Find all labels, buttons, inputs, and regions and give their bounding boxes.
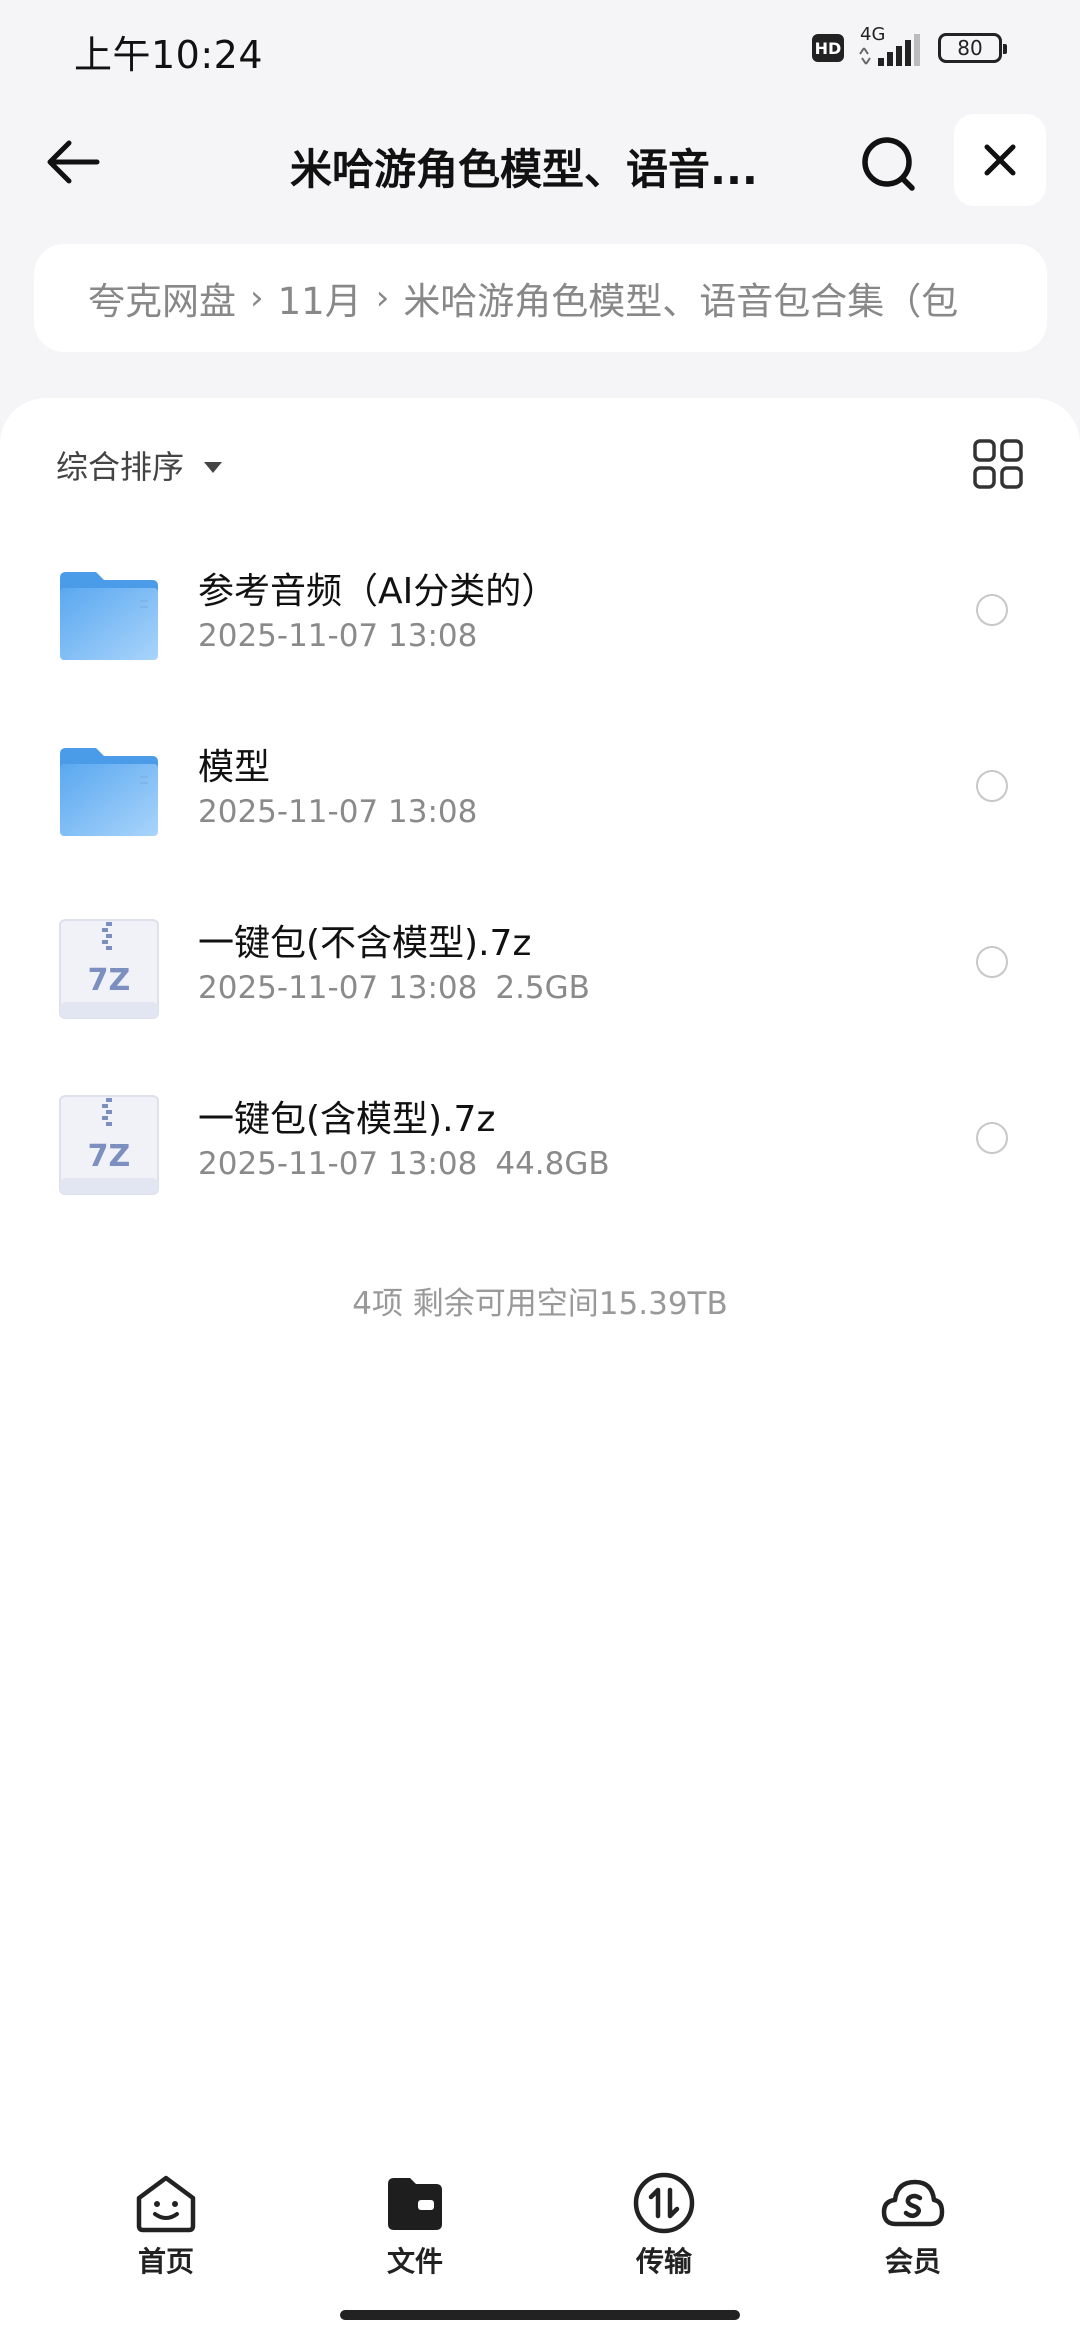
screen: 上午10:24 HD 4G 80 米哈游角色模型、语音... 夸克网盘 › 11… <box>0 0 1080 2340</box>
close-icon <box>984 144 1016 176</box>
sort-label: 综合排序 <box>56 448 185 486</box>
folder-icon <box>60 572 158 660</box>
file-date: 2025-11-07 13:08 <box>198 970 478 1006</box>
file-date: 2025-11-07 13:08 <box>198 618 478 654</box>
archive-7z-icon: 7Z <box>59 919 159 1019</box>
file-meta: 2025-11-07 13:08 2.5GB <box>198 970 590 1006</box>
file-list: 参考音频（AI分类的） 2025-11-07 13:08 模型 2025-11-… <box>0 544 1080 1248</box>
nav-label: 文件 <box>386 2245 443 2278</box>
nav-label: 会员 <box>884 2245 941 2278</box>
nav-item-home[interactable]: 首页 <box>96 2170 236 2280</box>
file-size: 44.8GB <box>495 1146 610 1182</box>
bottom-nav: 首页 文件 传输 会员 <box>0 2160 1080 2290</box>
back-arrow-icon <box>47 140 100 184</box>
status-bar: 上午10:24 HD 4G 80 <box>0 0 1080 100</box>
chevron-right-icon: › <box>250 278 264 318</box>
battery-icon: 80 <box>938 33 1007 63</box>
grid-view-icon <box>973 439 1023 489</box>
file-panel: 综合排序 参考音频（AI分类的） 2025-11-07 13:08 模型 202… <box>0 398 1080 2340</box>
select-checkbox[interactable] <box>976 594 1008 626</box>
archive-7z-icon: 7Z <box>59 1095 159 1195</box>
search-icon <box>862 137 915 191</box>
breadcrumb-item-root[interactable]: 夸克网盘 <box>88 271 236 325</box>
file-row[interactable]: 7Z 一键包(不含模型).7z 2025-11-07 13:08 2.5GB <box>0 896 1080 1072</box>
status-indicators: HD 4G 80 <box>812 24 1007 68</box>
file-name: 参考音频（AI分类的） <box>198 571 558 612</box>
status-time: 上午10:24 <box>74 33 264 77</box>
file-date: 2025-11-07 13:08 <box>198 1146 478 1182</box>
search-button[interactable] <box>855 130 925 200</box>
grid-view-button[interactable] <box>972 438 1024 490</box>
signal-icon: 4G <box>856 24 926 68</box>
hd-icon: HD <box>812 34 844 62</box>
nav-label: 传输 <box>635 2245 692 2278</box>
file-meta: 2025-11-07 13:08 <box>198 618 477 654</box>
close-button[interactable] <box>954 114 1046 206</box>
page-title: 米哈游角色模型、语音... <box>290 145 758 194</box>
select-checkbox[interactable] <box>976 946 1008 978</box>
cloud-member-icon <box>881 2179 945 2227</box>
file-name: 一键包(含模型).7z <box>198 1099 496 1140</box>
home-indicator[interactable] <box>340 2310 740 2320</box>
select-checkbox[interactable] <box>976 1122 1008 1154</box>
transfer-icon <box>633 2172 695 2234</box>
file-meta: 2025-11-07 13:08 <box>198 794 477 830</box>
back-button[interactable] <box>38 132 108 192</box>
nav-item-files[interactable]: 文件 <box>345 2170 485 2280</box>
chevron-right-icon: › <box>375 278 390 318</box>
nav-item-member[interactable]: 会员 <box>843 2170 983 2280</box>
file-row[interactable]: 7Z 一键包(含模型).7z 2025-11-07 13:08 44.8GB <box>0 1072 1080 1248</box>
top-bar: 米哈游角色模型、语音... <box>0 110 1080 210</box>
archive-label: 7Z <box>88 1139 131 1174</box>
breadcrumb: 夸克网盘 › 11月 › 米哈游角色模型、语音包合集（包 <box>34 244 1047 352</box>
file-name: 模型 <box>198 747 271 788</box>
breadcrumb-item-month[interactable]: 11月 <box>278 271 362 325</box>
folder-icon <box>388 2178 442 2230</box>
file-date: 2025-11-07 13:08 <box>198 794 478 830</box>
breadcrumb-item-current: 米哈游角色模型、语音包合集（包 <box>403 280 959 323</box>
archive-label: 7Z <box>88 963 131 998</box>
sort-dropdown[interactable]: 综合排序 <box>56 442 223 488</box>
nav-item-transfer[interactable]: 传输 <box>594 2170 734 2280</box>
caret-down-icon <box>204 461 223 473</box>
file-size: 2.5GB <box>495 970 590 1006</box>
file-name: 一键包(不含模型).7z <box>198 923 532 964</box>
storage-summary: 4项 剩余可用空间15.39TB <box>352 1286 728 1322</box>
home-face-icon <box>136 2175 196 2233</box>
file-row[interactable]: 模型 2025-11-07 13:08 <box>0 720 1080 896</box>
nav-label: 首页 <box>137 2245 194 2278</box>
file-meta: 2025-11-07 13:08 44.8GB <box>198 1146 610 1182</box>
folder-icon <box>60 748 158 836</box>
select-checkbox[interactable] <box>976 770 1008 802</box>
file-row[interactable]: 参考音频（AI分类的） 2025-11-07 13:08 <box>0 544 1080 720</box>
